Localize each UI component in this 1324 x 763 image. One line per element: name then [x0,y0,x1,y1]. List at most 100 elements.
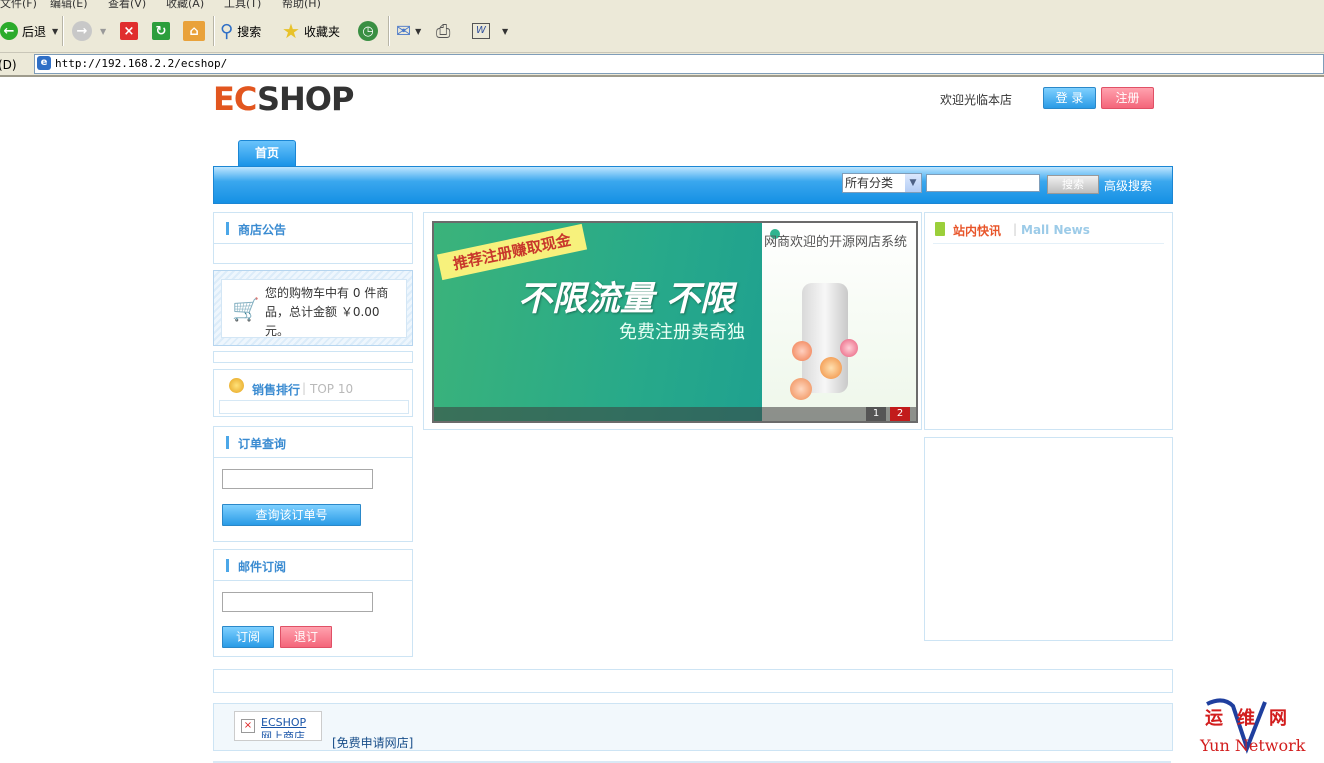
history-icon: ◷ [358,21,378,41]
menu-file[interactable]: 文件(F) [0,0,37,10]
mail-subscribe-header: 邮件订阅 [214,550,412,581]
favorites-button[interactable]: ★ 收藏夹 [282,10,340,52]
mail-subscribe-title: 邮件订阅 [238,560,287,574]
back-arrow-icon: ← [0,22,18,40]
mail-subscribe-box: 邮件订阅 订阅 退订 [213,549,413,657]
search-input[interactable] [926,174,1040,192]
top-sales-title: 销售排行 [252,383,301,397]
banner-page-1[interactable]: 1 [866,407,886,421]
edit-button[interactable]: W [472,10,490,52]
email-input[interactable] [222,592,373,612]
flower-image [792,341,812,361]
order-query-button[interactable]: 查询该订单号 [222,504,361,526]
cart-spacer-box [213,351,413,363]
back-button[interactable]: ← 后退 [0,10,46,52]
history-button[interactable]: ◷ [358,10,378,52]
advanced-search-link[interactable]: 高级搜索 [1104,177,1152,194]
news-title: 站内快讯 [953,224,1002,238]
stop-icon: × [120,22,138,40]
address-input[interactable]: e http://192.168.2.2/ecshop/ [34,54,1324,74]
menu-view[interactable]: 查看(V) [108,0,146,10]
flower-image [790,378,812,400]
tab-home[interactable]: 首页 [238,140,296,167]
browser-toolbar: ← 后退 ▼ → ▼ × ↻ ⌂ ⚲ 搜索 ★ 收藏夹 ◷ ✉ ▼ ⎙ W ▼ [0,10,1324,53]
star-icon: ★ [282,19,300,43]
search-button[interactable]: ⚲ 搜索 [220,10,261,52]
bottom-strip [213,669,1173,693]
address-bar: 地址(D) e http://192.168.2.2/ecshop/ [0,53,1324,77]
shopping-cart-icon: 🛒 [232,298,260,323]
register-button[interactable]: 注册 [1101,87,1154,109]
notice-box: 商店公告 [213,212,413,264]
header-accent-bar [226,222,229,235]
promo-banner[interactable]: 网商欢迎的开源网店系统 推荐注册赚取现金 不限流量 不限 免费注册卖奇独 1 2 [432,221,918,423]
dropdown-arrow-icon: ▼ [52,26,59,36]
order-query-title: 订单查询 [238,437,287,451]
edit-dropdown[interactable]: ▼ [502,10,508,52]
address-url: http://192.168.2.2/ecshop/ [55,57,228,70]
ecshop-badge-link[interactable]: × ECSHOP 网上商店 [234,711,322,741]
mail-button[interactable]: ✉ ▼ [396,10,421,52]
banner-headline: 不限流量 不限 [518,279,734,319]
toolbar-separator [388,16,390,46]
banner-subline: 免费注册卖奇独 [619,322,745,343]
flower-image [820,357,842,379]
refresh-button[interactable]: ↻ [152,10,170,52]
printer-icon: ⎙ [436,20,451,42]
free-apply-link[interactable]: [免费申请网店] [332,734,413,751]
subscribe-button[interactable]: 订阅 [222,626,274,648]
news-subtitle: Mall News [1021,223,1090,237]
banner-page-2[interactable]: 2 [890,407,910,421]
magnifier-icon: ⚲ [220,20,234,42]
nav-search-bar: 所有分类 ▼ 搜索 高级搜索 [213,166,1173,204]
address-label: 地址(D) [0,58,17,72]
back-dropdown[interactable]: ▼ [52,10,58,52]
cart-summary-text: 您的购物车中有 0 件商品，总计金额 ￥0.00元。 [265,286,389,338]
banner-product-panel [762,223,916,421]
stop-button[interactable]: × [120,10,138,52]
store-logo[interactable]: ECSHOP [213,80,354,118]
cart-inner[interactable]: 🛒 您的购物车中有 0 件商品，总计金额 ￥0.00元。 [221,279,407,338]
watermark-en: Yun Network [1200,736,1306,755]
home-icon: ⌂ [183,21,205,41]
top-sales-list [219,400,409,414]
welcome-text: 欢迎光临本店 [940,93,1013,107]
menu-help[interactable]: 帮助(H) [282,0,321,10]
header-accent-bar [226,559,229,572]
print-button[interactable]: ⎙ [436,10,450,52]
refresh-icon: ↻ [152,22,170,40]
word-icon: W [472,23,490,39]
news-box: 站内快讯 | Mall News [924,212,1173,430]
home-button[interactable]: ⌂ [183,10,205,52]
right-empty-box [924,437,1173,641]
broken-image-icon: × [241,719,255,733]
top-sales-box: 销售排行 | TOP 10 [213,369,413,417]
watermark-cn: 运维网 [1205,708,1301,729]
unsubscribe-button[interactable]: 退订 [280,626,332,648]
footer-links-box: × ECSHOP 网上商店 [免费申请网店] [213,703,1173,751]
ie-page-icon: e [37,56,51,70]
forward-button[interactable]: → ▼ [72,10,106,52]
order-query-header: 订单查询 [214,427,412,458]
order-number-input[interactable] [222,469,373,489]
header-accent-bar [226,436,229,449]
cart-box: 🛒 您的购物车中有 0 件商品，总计金额 ￥0.00元。 [213,270,413,346]
order-query-box: 订单查询 查询该订单号 [213,426,413,542]
mail-icon: ✉ [396,20,412,42]
toolbar-separator [213,16,215,46]
login-button[interactable]: 登 录 [1043,87,1096,109]
category-select[interactable]: 所有分类 ▼ [842,173,922,193]
dropdown-arrow-icon: ▼ [415,26,422,36]
menu-edit[interactable]: 编辑(E) [50,0,88,10]
top-sales-subtitle: TOP 10 [310,382,354,396]
medal-icon [229,378,244,393]
search-submit-button[interactable]: 搜索 [1047,175,1099,194]
toolbar-separator [62,16,64,46]
menu-tools[interactable]: 工具(T) [224,0,261,10]
dropdown-arrow-icon: ▼ [502,26,509,36]
news-doc-icon [935,222,945,236]
notice-title: 商店公告 [238,223,287,237]
news-list [933,243,1164,270]
menu-favorites[interactable]: 收藏(A) [166,0,204,10]
banner-top-text: 网商欢迎的开源网店系统 [764,235,908,250]
